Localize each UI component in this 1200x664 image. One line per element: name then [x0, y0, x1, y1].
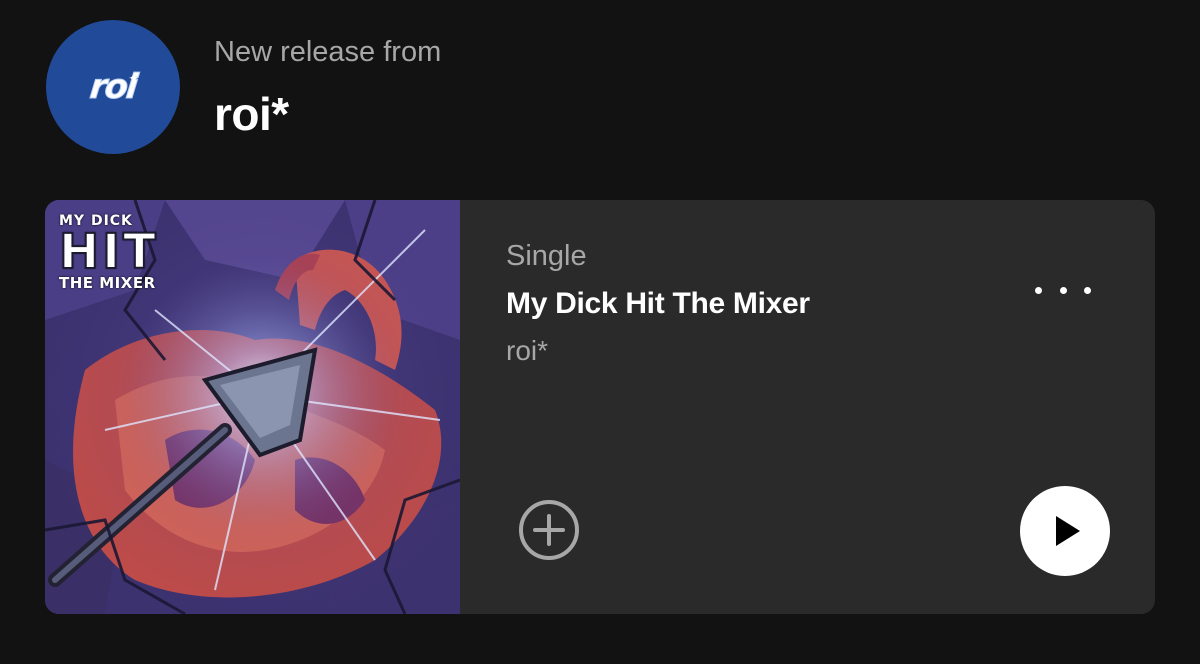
more-dot: [1084, 286, 1091, 294]
release-header: roi ✦ New release from roi*: [46, 20, 441, 154]
cover-title-line-3: THE MIXER: [59, 274, 156, 292]
release-card[interactable]: MY DICK HIT THE MIXER Single My Dick Hit…: [45, 200, 1155, 614]
more-dot: [1035, 286, 1042, 294]
cover-title-line-2: HIT: [58, 224, 159, 280]
release-type-label: Single: [506, 240, 587, 272]
new-release-label: New release from: [214, 35, 442, 68]
more-options-icon[interactable]: [1035, 276, 1091, 304]
release-info: Single My Dick Hit The Mixer roi*: [506, 240, 810, 367]
more-dot: [1059, 286, 1067, 294]
sparkle-icon: ✦: [128, 70, 140, 86]
add-to-library-button[interactable]: [518, 499, 580, 561]
album-cover-title: MY DICK HIT THE MIXER: [58, 214, 191, 292]
release-title[interactable]: My Dick Hit The Mixer: [506, 287, 810, 321]
release-artist[interactable]: roi*: [506, 335, 810, 367]
play-button[interactable]: [1020, 486, 1110, 576]
album-cover[interactable]: MY DICK HIT THE MIXER: [45, 200, 460, 614]
play-icon: [1056, 516, 1080, 546]
add-circle-icon: [519, 500, 579, 560]
artist-name[interactable]: roi*: [214, 87, 441, 141]
header-text: New release from roi*: [214, 34, 441, 141]
artist-avatar[interactable]: roi ✦: [46, 20, 180, 154]
